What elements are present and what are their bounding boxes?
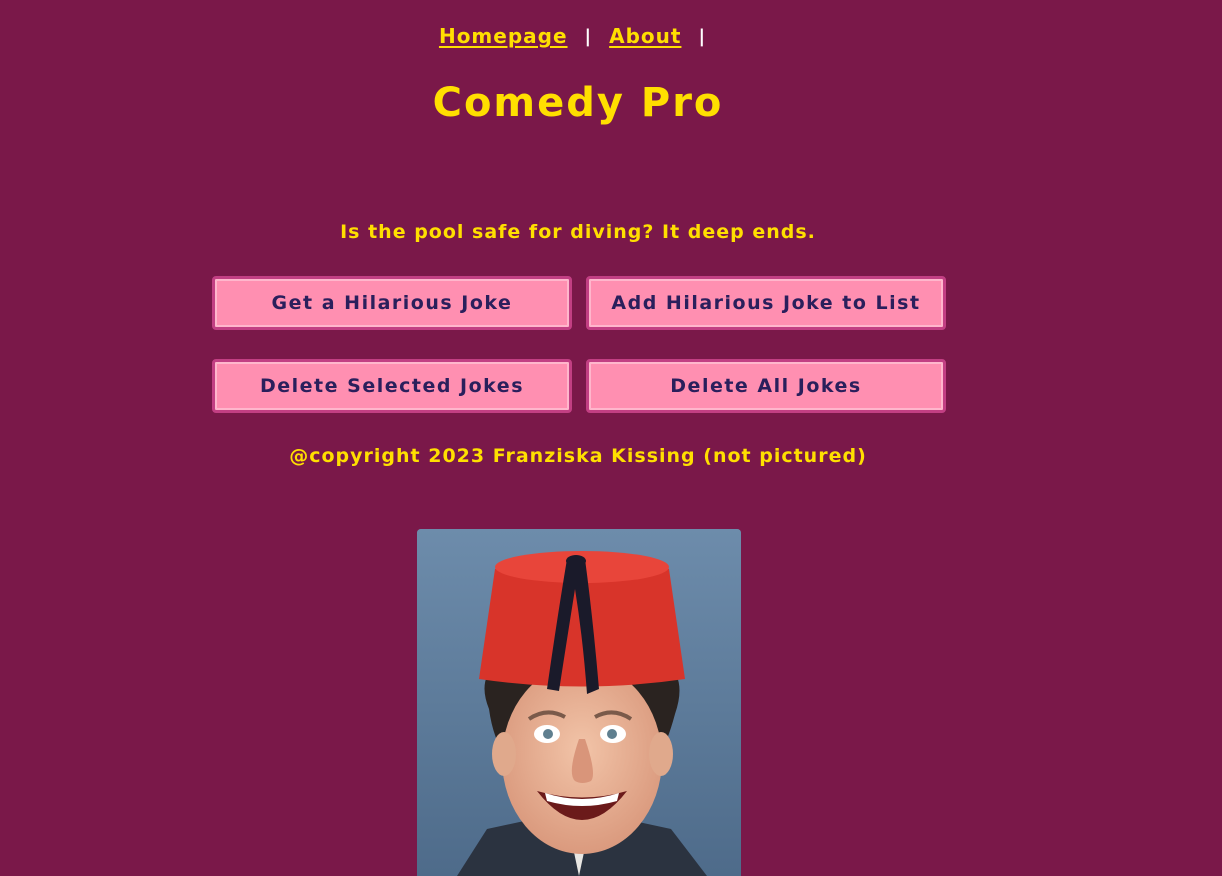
top-nav: Homepage | About | [0,24,1222,48]
copyright-text: @copyright 2023 Franziska Kissing (not p… [289,445,867,467]
nav-separator: | [584,25,593,47]
nav-link-homepage[interactable]: Homepage [439,24,568,48]
page-title: Comedy Pro [432,80,724,126]
add-joke-to-list-button[interactable]: Add Hilarious Joke to List [586,276,946,330]
comedian-photo [417,529,741,876]
get-joke-button[interactable]: Get a Hilarious Joke [212,276,572,330]
delete-all-jokes-button[interactable]: Delete All Jokes [586,359,946,413]
joke-text: Is the pool safe for diving? It deep end… [340,221,816,243]
page: Homepage | About | Comedy Pro Is the poo… [0,0,1222,876]
delete-selected-jokes-button[interactable]: Delete Selected Jokes [212,359,572,413]
nav-link-about[interactable]: About [609,24,681,48]
nav-separator: | [698,25,707,47]
